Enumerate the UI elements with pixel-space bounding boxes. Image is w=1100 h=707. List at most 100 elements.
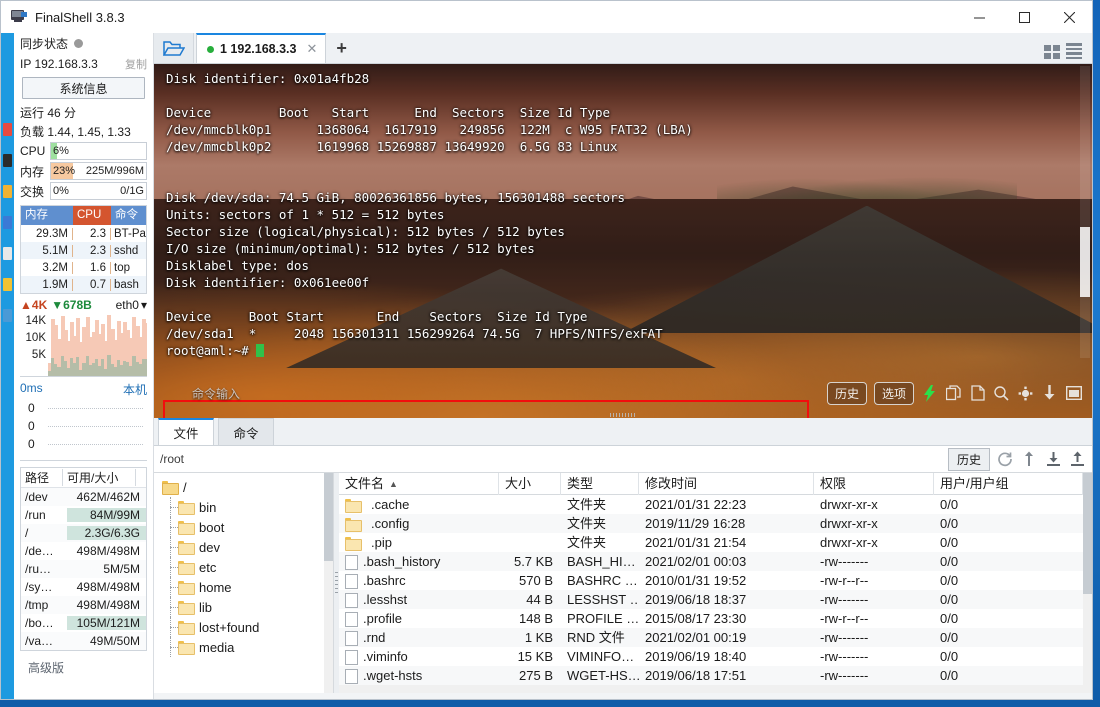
table-row[interactable]: .viminfo15 KBVIMINFO…2019/06/19 18:40-rw… bbox=[339, 647, 1083, 666]
disk-row[interactable]: /ru…5M/5M bbox=[21, 560, 146, 578]
copy-button[interactable]: 复制 bbox=[125, 56, 147, 72]
search-icon[interactable] bbox=[993, 385, 1010, 402]
tree-node[interactable]: boot bbox=[154, 517, 333, 537]
file-name: .pip bbox=[371, 533, 392, 552]
table-row[interactable]: .bashrc570 BBASHRC …2010/01/31 19:52-rw-… bbox=[339, 571, 1083, 590]
rail-chip-1[interactable] bbox=[3, 123, 12, 136]
disk-header-size[interactable]: 可用/大小 bbox=[63, 469, 136, 486]
process-header-cpu[interactable]: CPU bbox=[73, 206, 111, 225]
disk-size: 49M/50M bbox=[67, 634, 146, 648]
rail-chip-2[interactable] bbox=[3, 154, 12, 167]
file-list-scrollbar[interactable] bbox=[1083, 473, 1092, 693]
rail-chip-6[interactable] bbox=[3, 278, 12, 291]
process-row[interactable]: 3.2M1.6top bbox=[21, 259, 146, 276]
tree-node[interactable]: lost+found bbox=[154, 617, 333, 637]
table-row[interactable]: .bash_history5.7 KBBASH_HI…2021/02/01 00… bbox=[339, 552, 1083, 571]
session-tab-close-icon[interactable]: ✕ bbox=[306, 41, 317, 57]
disk-row[interactable]: /va…49M/50M bbox=[21, 632, 146, 650]
paste-icon[interactable] bbox=[969, 385, 986, 402]
network-interface-selector[interactable]: eth0 ▾ bbox=[116, 298, 147, 312]
table-row[interactable]: .pip文件夹2021/01/31 21:54drwxr-xr-x0/0 bbox=[339, 533, 1083, 552]
disk-row[interactable]: /run84M/99M bbox=[21, 506, 146, 524]
column-header-permissions[interactable]: 权限 bbox=[814, 473, 934, 495]
rail-chip-4[interactable] bbox=[3, 216, 12, 229]
list-view-icon[interactable] bbox=[1066, 43, 1082, 59]
table-row[interactable]: .lesshst44 BLESSHST …2019/06/18 18:37-rw… bbox=[339, 590, 1083, 609]
upload-icon[interactable] bbox=[1068, 450, 1086, 468]
terminal-scrollbar[interactable] bbox=[1080, 66, 1090, 358]
system-info-button[interactable]: 系统信息 bbox=[22, 77, 145, 99]
file-list-hscrollbar[interactable] bbox=[339, 685, 1083, 693]
upload-arrow-icon[interactable] bbox=[1020, 450, 1038, 468]
network-bar bbox=[54, 313, 56, 376]
table-row[interactable]: .wget-hsts275 BWGET-HS…2019/06/18 17:51-… bbox=[339, 666, 1083, 685]
disk-row[interactable]: /dev462M/462M bbox=[21, 488, 146, 506]
tree-node[interactable]: lib bbox=[154, 597, 333, 617]
close-button[interactable] bbox=[1047, 1, 1092, 33]
column-header-type[interactable]: 类型 bbox=[561, 473, 639, 495]
left-rail[interactable] bbox=[1, 33, 14, 699]
column-header-size[interactable]: 大小 bbox=[499, 473, 561, 495]
disk-row[interactable]: /de…498M/498M bbox=[21, 542, 146, 560]
disk-row[interactable]: /tmp498M/498M bbox=[21, 596, 146, 614]
path-history-button[interactable]: 历史 bbox=[948, 448, 990, 471]
refresh-icon[interactable] bbox=[996, 450, 1014, 468]
rail-chip-5[interactable] bbox=[3, 247, 12, 260]
disk-size: 84M/99M bbox=[67, 508, 146, 522]
tab-files[interactable]: 文件 bbox=[158, 418, 214, 445]
column-header-mtime[interactable]: 修改时间 bbox=[639, 473, 814, 495]
process-row[interactable]: 29.3M2.3BT-Pane bbox=[21, 225, 146, 242]
terminal-resize-handle[interactable] bbox=[610, 413, 636, 417]
tree-node-root[interactable]: / bbox=[154, 477, 333, 497]
rail-chip-3[interactable] bbox=[3, 185, 12, 198]
file-name-cell: .bashrc bbox=[339, 571, 499, 590]
directory-tree-scrollbar[interactable] bbox=[324, 473, 333, 693]
process-row[interactable]: 5.1M2.3sshd bbox=[21, 242, 146, 259]
current-path-input[interactable]: /root bbox=[160, 452, 942, 466]
tree-node[interactable]: dev bbox=[154, 537, 333, 557]
disk-row[interactable]: /sy…498M/498M bbox=[21, 578, 146, 596]
process-header-command[interactable]: 命令 bbox=[111, 206, 146, 225]
disk-row[interactable]: /2.3G/6.3G bbox=[21, 524, 146, 542]
ping-host-label[interactable]: 本机 bbox=[123, 381, 147, 398]
disk-row[interactable]: /bo…105M/121M bbox=[21, 614, 146, 632]
advanced-version-link[interactable]: 高级版 bbox=[14, 651, 153, 680]
tree-node[interactable]: bin bbox=[154, 497, 333, 517]
disk-header-path[interactable]: 路径 bbox=[21, 469, 63, 486]
download-icon[interactable] bbox=[1044, 450, 1062, 468]
file-list-body[interactable]: .cache文件夹2021/01/31 22:23drwxr-xr-x0/0.c… bbox=[339, 495, 1083, 685]
command-input[interactable]: 命令输入 bbox=[192, 385, 240, 402]
window-icon[interactable] bbox=[1065, 385, 1082, 402]
download-icon[interactable] bbox=[1041, 385, 1058, 402]
directory-tree[interactable]: /binbootdevetchomeliblost+foundmedia bbox=[154, 473, 334, 693]
lightning-icon[interactable] bbox=[921, 385, 938, 402]
column-header-name[interactable]: 文件名 ▲ bbox=[339, 473, 499, 495]
rail-chip-7[interactable] bbox=[3, 309, 12, 322]
column-header-owner[interactable]: 用户/用户组 bbox=[934, 473, 1083, 495]
grid-view-icon[interactable] bbox=[1044, 45, 1060, 59]
process-header-memory[interactable]: 内存 bbox=[21, 206, 73, 225]
open-folder-button[interactable] bbox=[154, 33, 194, 63]
terminal-history-button[interactable]: 历史 bbox=[827, 382, 867, 405]
gear-icon[interactable] bbox=[1017, 385, 1034, 402]
copy-icon[interactable] bbox=[945, 385, 962, 402]
network-bar bbox=[86, 313, 88, 376]
process-row[interactable]: 1.9M0.7bash bbox=[21, 276, 146, 293]
tree-node[interactable]: etc bbox=[154, 557, 333, 577]
maximize-button[interactable] bbox=[1002, 1, 1047, 33]
minimize-button[interactable] bbox=[957, 1, 1002, 33]
tree-node[interactable]: media bbox=[154, 637, 333, 657]
session-tab[interactable]: 1 192.168.3.3 ✕ bbox=[196, 33, 326, 63]
tab-commands[interactable]: 命令 bbox=[218, 418, 274, 445]
new-tab-button[interactable]: + bbox=[336, 33, 347, 63]
network-bar bbox=[92, 313, 94, 376]
table-row[interactable]: .cache文件夹2021/01/31 22:23drwxr-xr-x0/0 bbox=[339, 495, 1083, 514]
table-row[interactable]: .profile148 BPROFILE …2015/08/17 23:30-r… bbox=[339, 609, 1083, 628]
table-row[interactable]: .rnd1 KBRND 文件2021/02/01 00:19-rw-------… bbox=[339, 628, 1083, 647]
terminal-panel[interactable]: Disk identifier: 0x01a4fb28Device Boot S… bbox=[154, 64, 1092, 418]
tree-node[interactable]: home bbox=[154, 577, 333, 597]
terminal-line: Disk identifier: 0x01a4fb28 bbox=[166, 70, 1068, 87]
table-row[interactable]: .config文件夹2019/11/29 16:28drwxr-xr-x0/0 bbox=[339, 514, 1083, 533]
terminal-options-button[interactable]: 选项 bbox=[874, 382, 914, 405]
file-type: BASH_HI… bbox=[561, 552, 639, 571]
